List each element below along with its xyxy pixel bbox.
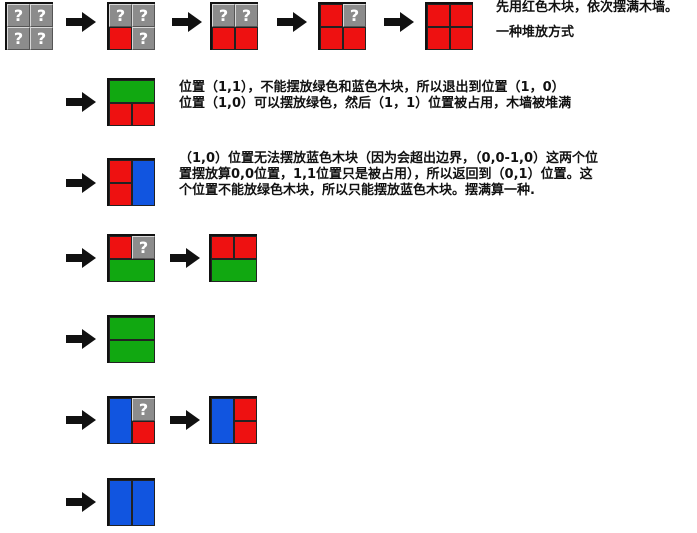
red-block: [234, 421, 257, 444]
arrow-icon: [66, 248, 96, 268]
red-block: [427, 27, 450, 50]
wall-state-red-over-green: [209, 234, 257, 282]
wall-state-5-all-red: [425, 2, 473, 50]
blue-block: [211, 398, 234, 444]
red-block: [320, 4, 343, 27]
red-block: [450, 27, 473, 50]
wall-state-3: ? ?: [210, 2, 258, 50]
step3-note: （1,0）位置无法摆放蓝色木块（因为会超出边界，（0,0-1,0）这两个位 置摆…: [179, 151, 598, 198]
wall-state-green-bottom-partial: ?: [107, 234, 155, 282]
red-block: [132, 421, 155, 444]
step2-note: 位置（1,1），不能摆放绿色和蓝色木块，所以退出到位置（1，0） 位置（1,0）…: [179, 80, 572, 111]
arrow-icon: [277, 12, 307, 32]
green-block: [109, 317, 155, 340]
blue-block: [132, 480, 155, 526]
red-block: [343, 27, 366, 50]
unknown-cell: ?: [7, 4, 30, 27]
unknown-cell: ?: [109, 4, 132, 27]
arrow-icon: [66, 12, 96, 32]
blue-block: [109, 398, 132, 444]
red-block: [450, 4, 473, 27]
wall-state-1-all-unknown: ? ? ? ?: [5, 2, 53, 50]
unknown-cell: ?: [132, 398, 155, 421]
red-block: [234, 236, 257, 259]
arrow-icon: [66, 329, 96, 349]
red-block: [235, 27, 258, 50]
red-block: [320, 27, 343, 50]
wall-state-green-over-red: [107, 78, 155, 126]
unknown-cell: ?: [30, 27, 53, 50]
green-block: [109, 80, 155, 103]
red-block: [109, 103, 132, 126]
red-block: [427, 4, 450, 27]
green-block: [109, 259, 155, 282]
wall-state-all-blue: [107, 478, 155, 526]
wall-state-2: ? ? ?: [107, 2, 155, 50]
unknown-cell: ?: [212, 4, 235, 27]
red-block: [109, 160, 132, 183]
arrow-icon: [66, 92, 96, 112]
one-way-note: 一种堆放方式: [496, 25, 575, 40]
red-rule-note: 先用红色木块，依次摆满木墙。: [496, 0, 679, 15]
wall-state-red-blue: [107, 158, 155, 206]
arrow-icon: [66, 492, 96, 512]
arrow-icon: [170, 410, 200, 430]
unknown-cell: ?: [132, 236, 155, 259]
wall-state-blue-left-partial: ?: [107, 396, 155, 444]
unknown-cell: ?: [343, 4, 366, 27]
red-block: [234, 398, 257, 421]
red-block: [132, 103, 155, 126]
blue-block: [132, 160, 155, 206]
arrow-icon: [66, 410, 96, 430]
red-block: [109, 183, 132, 206]
red-block: [109, 236, 132, 259]
red-block: [109, 27, 132, 50]
arrow-icon: [170, 248, 200, 268]
green-block: [109, 340, 155, 363]
green-block: [211, 259, 257, 282]
wall-state-all-green: [107, 315, 155, 363]
red-block: [211, 236, 234, 259]
blue-block: [109, 480, 132, 526]
unknown-cell: ?: [30, 4, 53, 27]
unknown-cell: ?: [7, 27, 30, 50]
arrow-icon: [384, 12, 414, 32]
unknown-cell: ?: [235, 4, 258, 27]
arrow-icon: [172, 12, 202, 32]
red-block: [212, 27, 235, 50]
unknown-cell: ?: [132, 4, 155, 27]
unknown-cell: ?: [132, 27, 155, 50]
wall-state-4: ?: [318, 2, 366, 50]
arrow-icon: [66, 173, 96, 193]
wall-state-blue-left-red-right: [209, 396, 257, 444]
